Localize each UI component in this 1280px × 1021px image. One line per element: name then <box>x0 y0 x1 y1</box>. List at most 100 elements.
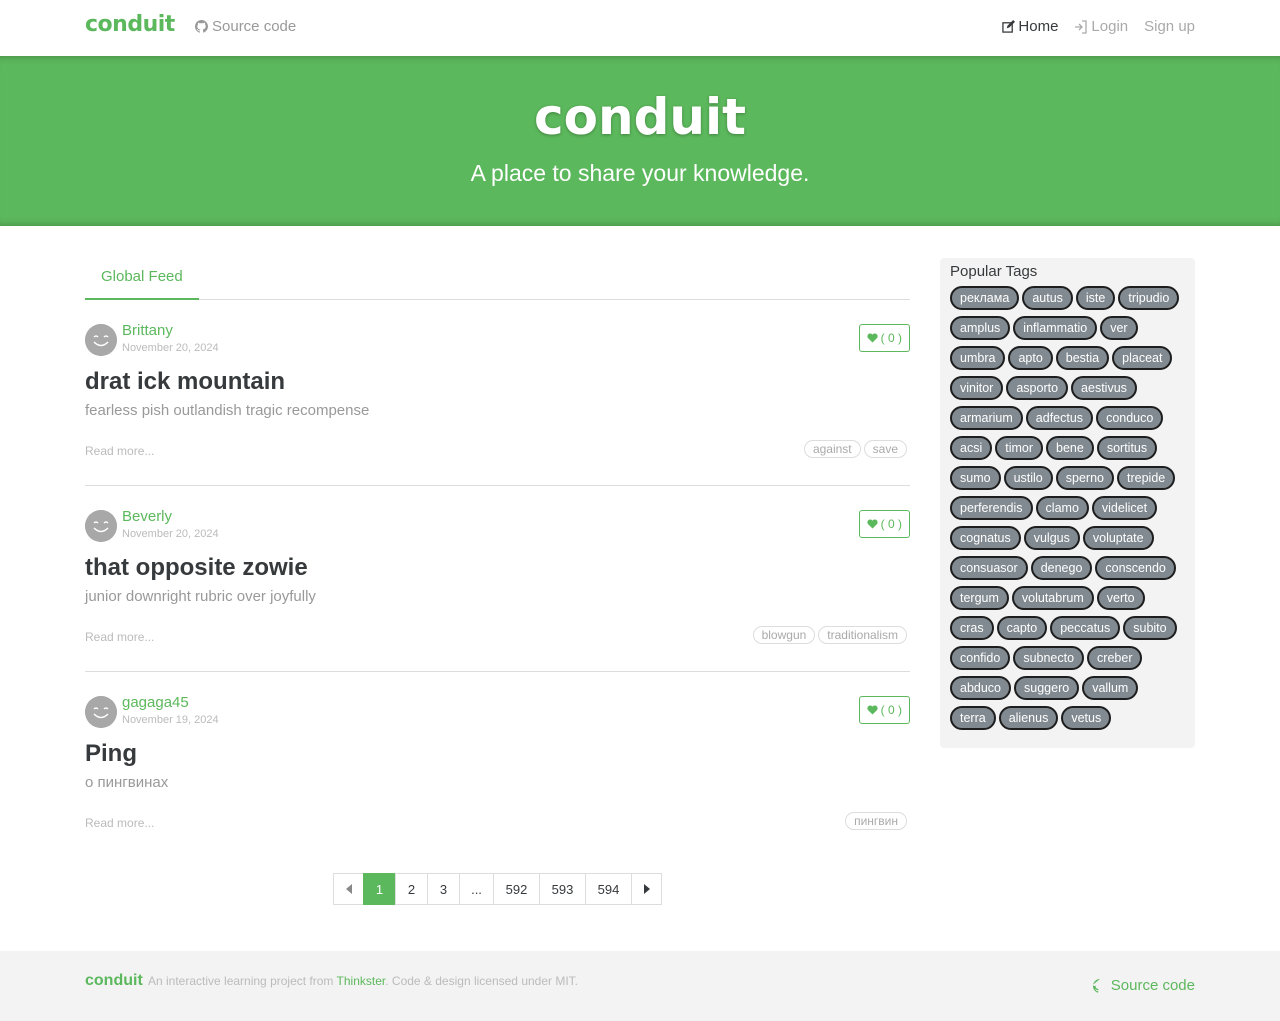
popular-tag[interactable]: clamo <box>1035 496 1089 520</box>
popular-tag[interactable]: sperno <box>1055 466 1114 490</box>
article-description[interactable]: junior downright rubric over joyfully <box>85 588 316 605</box>
popular-tag[interactable]: subnecto <box>1013 646 1085 670</box>
popular-tag[interactable]: videlicet <box>1091 496 1158 520</box>
popular-tag[interactable]: sortitus <box>1096 436 1158 460</box>
github-icon <box>1092 978 1107 993</box>
popular-tag[interactable]: adfectus <box>1025 406 1094 430</box>
footer-attribution: An interactive learning project from Thi… <box>148 974 578 988</box>
popular-tag[interactable]: ustilo <box>1003 466 1053 490</box>
author-name[interactable]: gagaga45 <box>122 694 189 711</box>
author-name[interactable]: Beverly <box>122 508 172 525</box>
pagination-page[interactable]: 1 <box>363 873 396 905</box>
article-description[interactable]: fearless pish outlandish tragic recompen… <box>85 402 369 419</box>
nav-signup-label: Sign up <box>1144 18 1195 35</box>
author-name[interactable]: Brittany <box>122 322 173 339</box>
pagination-prev-button[interactable] <box>333 873 364 905</box>
tab-global-feed[interactable]: Global Feed <box>85 258 199 300</box>
navbar-links: Home Login Sign up <box>1002 18 1195 35</box>
favorite-button[interactable]: ( 0 ) <box>858 510 910 538</box>
popular-tag[interactable]: aestivus <box>1071 376 1137 400</box>
thinkster-link[interactable]: Thinkster <box>337 974 386 988</box>
popular-tag[interactable]: iste <box>1075 286 1116 310</box>
popular-tag[interactable]: volutabrum <box>1011 586 1094 610</box>
banner: conduit A place to share your knowledge. <box>0 56 1280 226</box>
popular-tag[interactable]: cras <box>950 616 994 640</box>
popular-tag[interactable]: verto <box>1096 586 1145 610</box>
caret-left-icon <box>345 884 352 894</box>
popular-tag[interactable]: bene <box>1046 436 1094 460</box>
pagination-page[interactable]: 593 <box>539 873 586 905</box>
nav-signup-link[interactable]: Sign up <box>1144 18 1195 35</box>
avatar[interactable] <box>85 324 117 356</box>
article-tag: save <box>863 440 907 458</box>
popular-tag[interactable]: terra <box>950 706 996 730</box>
popular-tag[interactable]: autus <box>1022 286 1073 310</box>
navbar-brand[interactable]: conduit <box>85 12 175 37</box>
favorite-button[interactable]: ( 0 ) <box>858 696 910 724</box>
pagination-page[interactable]: 3 <box>427 873 460 905</box>
popular-tag[interactable]: subito <box>1123 616 1177 640</box>
popular-tag[interactable]: cognatus <box>950 526 1021 550</box>
avatar[interactable] <box>85 696 117 728</box>
article-title[interactable]: drat ick mountain <box>85 368 285 396</box>
popular-tag[interactable]: vulgus <box>1023 526 1080 550</box>
pagination-page[interactable]: 2 <box>395 873 428 905</box>
popular-tag[interactable]: perferendis <box>950 496 1033 520</box>
popular-tag[interactable]: vallum <box>1082 676 1139 700</box>
footer: conduit An interactive learning project … <box>0 951 1280 1021</box>
read-more-link[interactable]: Read more... <box>85 816 154 830</box>
popular-tag[interactable]: consuasor <box>950 556 1028 580</box>
popular-tag[interactable]: apto <box>1008 346 1053 370</box>
popular-tag[interactable]: timor <box>995 436 1044 460</box>
article-description[interactable]: о пингвинах <box>85 774 168 791</box>
popular-tag[interactable]: tergum <box>950 586 1009 610</box>
popular-tag[interactable]: inflammatio <box>1013 316 1098 340</box>
footer-source-code-link[interactable]: Source code <box>1092 977 1195 994</box>
footer-brand[interactable]: conduit <box>85 972 143 990</box>
navbar-source-code-link[interactable]: Source code <box>195 18 296 35</box>
pagination-page[interactable]: 592 <box>493 873 540 905</box>
popular-tag[interactable]: trepide <box>1117 466 1176 490</box>
popular-tag[interactable]: abduco <box>950 676 1012 700</box>
nav-login-link[interactable]: Login <box>1074 18 1128 35</box>
popular-tag[interactable]: peccatus <box>1050 616 1121 640</box>
popular-tag[interactable]: vetus <box>1061 706 1112 730</box>
popular-tag[interactable]: asporto <box>1006 376 1069 400</box>
popular-tag[interactable]: tripudio <box>1118 286 1180 310</box>
popular-tag[interactable]: alienus <box>998 706 1059 730</box>
pagination-next-button[interactable] <box>631 873 662 905</box>
popular-tag[interactable]: sumo <box>950 466 1001 490</box>
article-date: November 20, 2024 <box>122 342 219 354</box>
article-preview: Brittany November 20, 2024 ( 0 ) drat ic… <box>85 322 910 486</box>
nav-home-link[interactable]: Home <box>1002 18 1058 35</box>
popular-tag[interactable]: denego <box>1030 556 1093 580</box>
popular-tag[interactable]: umbra <box>950 346 1006 370</box>
pagination-ellipsis[interactable]: ... <box>459 873 494 905</box>
article-preview: gagaga45 November 19, 2024 ( 0 ) Ping о … <box>85 694 910 846</box>
pagination-page[interactable]: 594 <box>585 873 632 905</box>
read-more-link[interactable]: Read more... <box>85 444 154 458</box>
popular-tag[interactable]: capto <box>996 616 1048 640</box>
avatar[interactable] <box>85 510 117 542</box>
popular-tag[interactable]: amplus <box>950 316 1011 340</box>
popular-tag[interactable]: реклама <box>950 286 1020 310</box>
popular-tag[interactable]: armarium <box>950 406 1023 430</box>
article-title[interactable]: that opposite zowie <box>85 554 308 582</box>
popular-tag[interactable]: voluptate <box>1082 526 1154 550</box>
popular-tag[interactable]: placeat <box>1112 346 1173 370</box>
popular-tag[interactable]: acsi <box>950 436 993 460</box>
popular-tag[interactable]: creber <box>1087 646 1143 670</box>
pagination: 1 2 3 ... 592 593 594 <box>333 873 662 905</box>
favorite-button[interactable]: ( 0 ) <box>858 324 910 352</box>
read-more-link[interactable]: Read more... <box>85 630 154 644</box>
popular-tag[interactable]: confido <box>950 646 1011 670</box>
favorite-count: ( 0 ) <box>880 331 902 345</box>
favorite-count: ( 0 ) <box>880 703 902 717</box>
popular-tag[interactable]: bestia <box>1055 346 1110 370</box>
popular-tag[interactable]: suggero <box>1014 676 1080 700</box>
popular-tag[interactable]: ver <box>1100 316 1138 340</box>
popular-tag[interactable]: vinitor <box>950 376 1004 400</box>
popular-tag[interactable]: conduco <box>1096 406 1164 430</box>
article-title[interactable]: Ping <box>85 740 137 768</box>
popular-tag[interactable]: conscendo <box>1095 556 1176 580</box>
